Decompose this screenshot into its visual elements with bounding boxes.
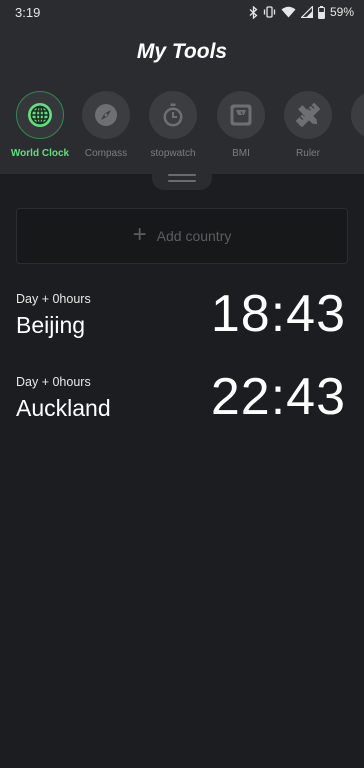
- status-bar: 3:19 59%: [0, 0, 364, 26]
- tools-row: World Clock Compass stopwatch BMI Ruler: [0, 88, 364, 164]
- signal-icon: [300, 6, 313, 18]
- stopwatch-icon: [149, 91, 197, 139]
- scale-icon: [217, 91, 265, 139]
- tool-label: Ruler: [296, 148, 320, 159]
- clock-time: 22:43: [210, 368, 346, 426]
- battery-percent: 59%: [329, 5, 354, 19]
- ruler-icon: [284, 91, 332, 139]
- tool-bmi[interactable]: BMI: [205, 88, 277, 164]
- add-country-button[interactable]: + Add country: [16, 208, 348, 264]
- status-time: 3:19: [15, 5, 41, 20]
- tool-more-partial[interactable]: [339, 88, 364, 164]
- city-name: Auckland: [16, 395, 111, 421]
- drag-handle[interactable]: [152, 164, 212, 190]
- add-country-label: Add country: [156, 228, 232, 244]
- tool-ruler[interactable]: Ruler: [272, 88, 344, 164]
- plus-icon: +: [132, 220, 147, 248]
- status-icons: 59%: [249, 4, 354, 20]
- tool-compass[interactable]: Compass: [70, 88, 142, 164]
- clock-row-beijing[interactable]: Day + 0hours Beijing 18:43: [0, 285, 364, 362]
- page-title: My Tools: [136, 40, 228, 63]
- wifi-icon: [281, 6, 296, 18]
- clock-row-auckland[interactable]: Day + 0hours Auckland 22:43: [0, 368, 364, 445]
- day-offset: Day + 0hours: [16, 292, 91, 306]
- battery-icon: [318, 5, 325, 19]
- city-name: Beijing: [16, 312, 86, 338]
- vibrate-icon: [263, 6, 276, 18]
- compass-icon: [82, 91, 130, 139]
- tool-stopwatch[interactable]: stopwatch: [137, 88, 209, 164]
- day-offset: Day + 0hours: [16, 375, 91, 389]
- clock-time: 18:43: [210, 285, 346, 343]
- bluetooth-icon: [249, 5, 258, 19]
- globe-icon: [16, 91, 64, 139]
